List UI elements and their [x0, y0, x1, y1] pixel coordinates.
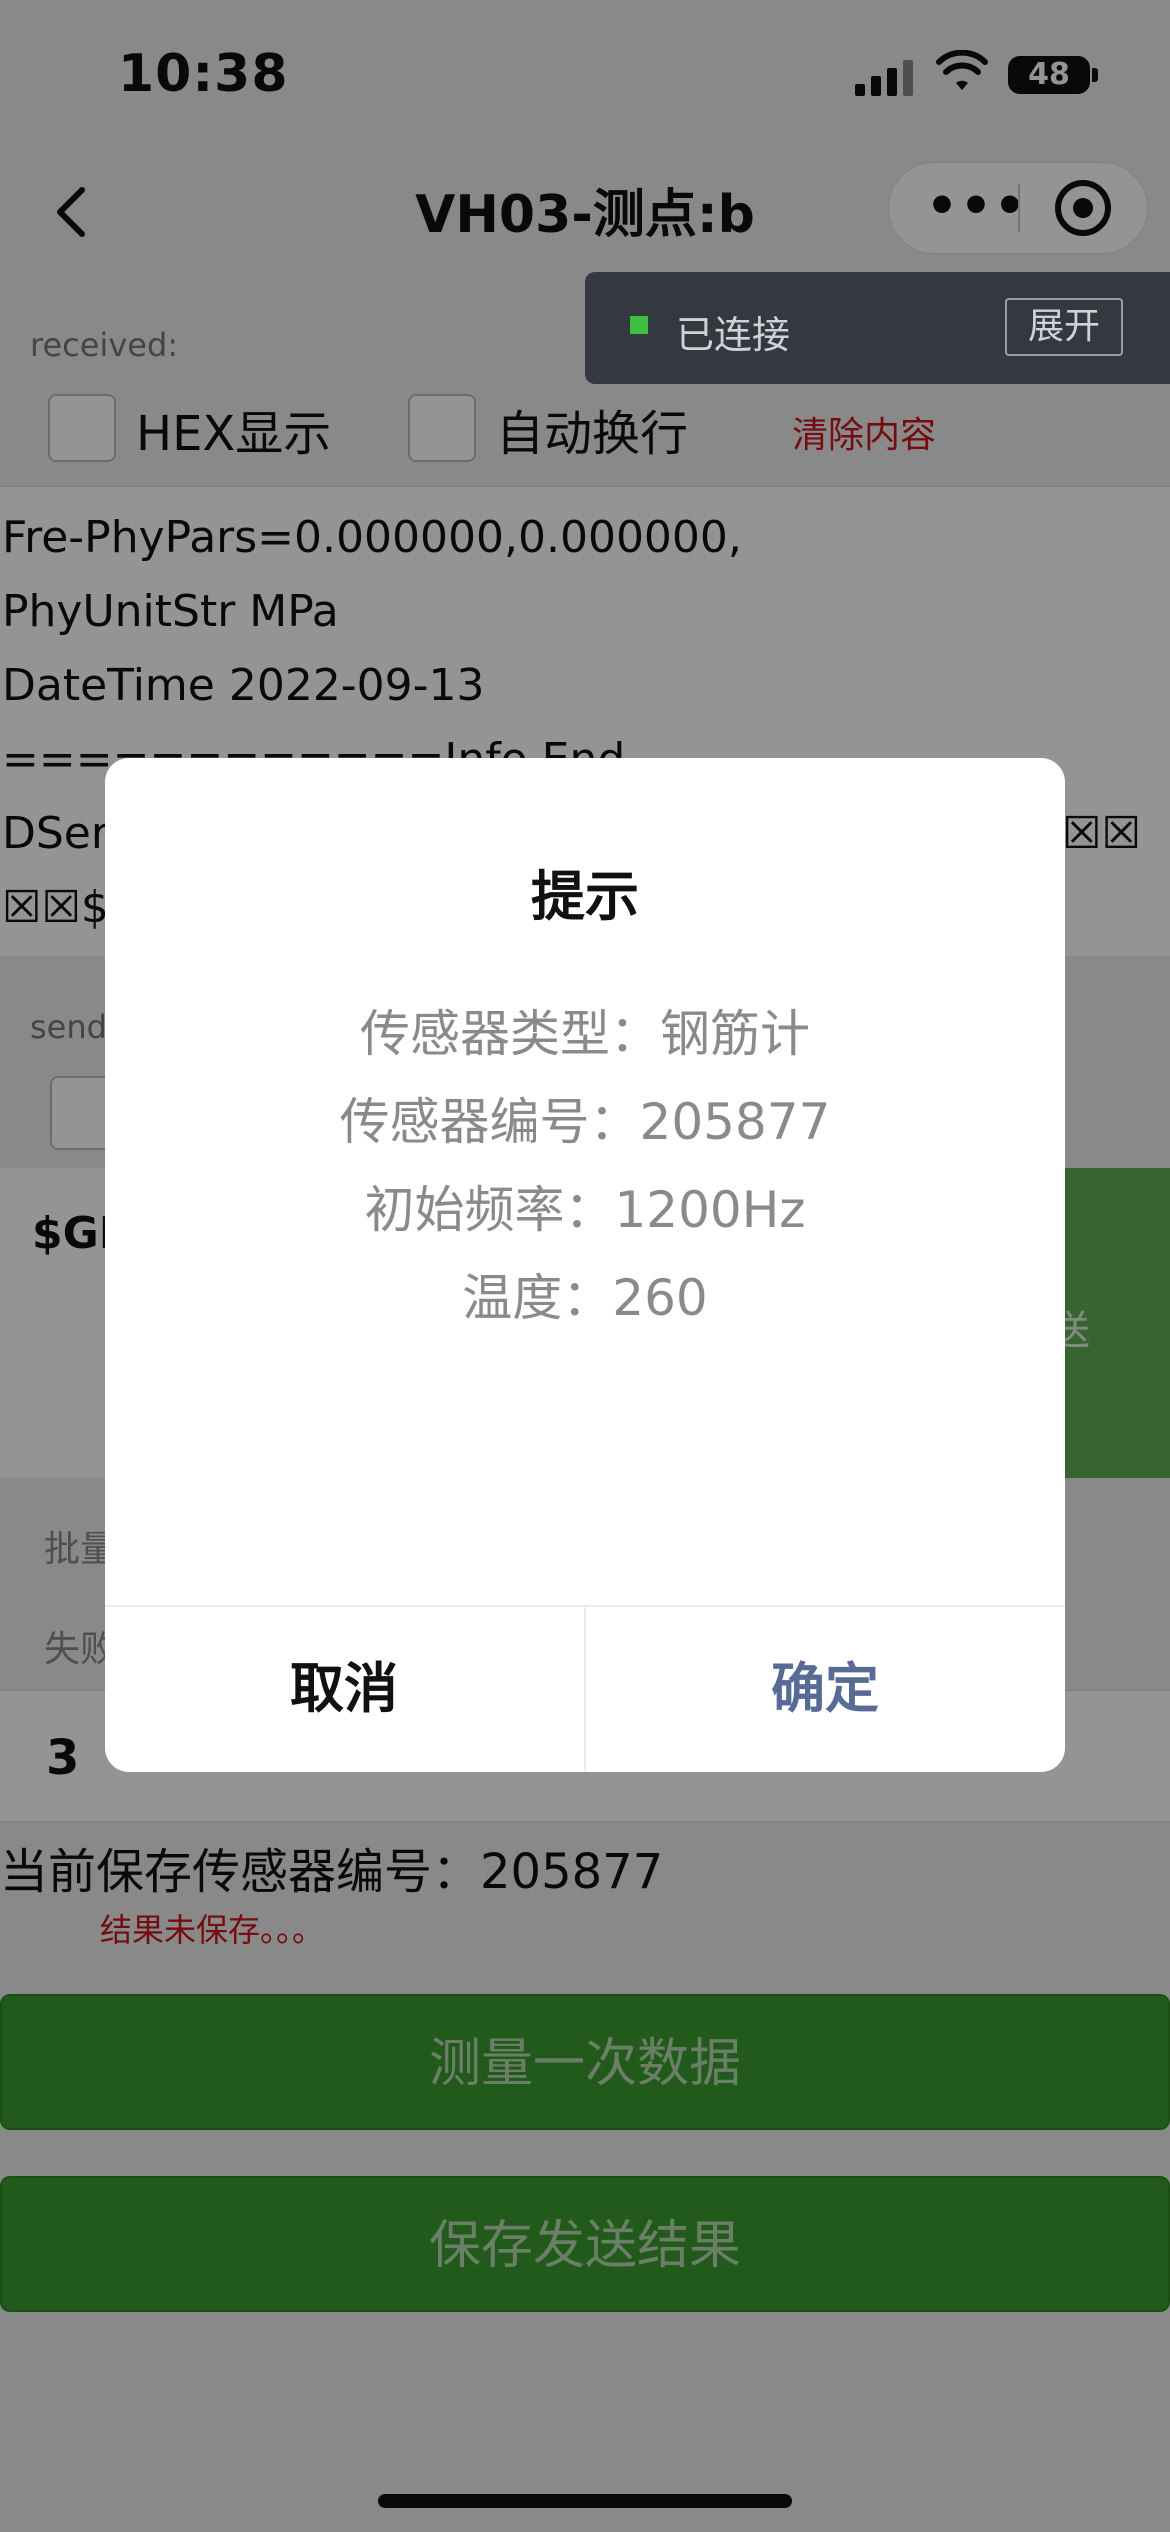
expand-button[interactable]: 展开	[1005, 298, 1123, 356]
dialog-title: 提示	[531, 865, 639, 928]
dialog-line-frequency: 初始频率：1200Hz	[364, 1181, 806, 1239]
dialog-line-temperature: 温度：260	[462, 1269, 708, 1327]
confirm-button[interactable]: 确定	[586, 1605, 1064, 1772]
connected-indicator-icon	[630, 316, 648, 334]
cancel-button[interactable]: 取消	[105, 1605, 583, 1772]
dialog-line-sensor-type: 传感器类型：钢筋计	[360, 1005, 810, 1063]
connection-status: 已连接	[676, 313, 791, 357]
dialog-line-sensor-id: 传感器编号：205877	[339, 1093, 831, 1151]
